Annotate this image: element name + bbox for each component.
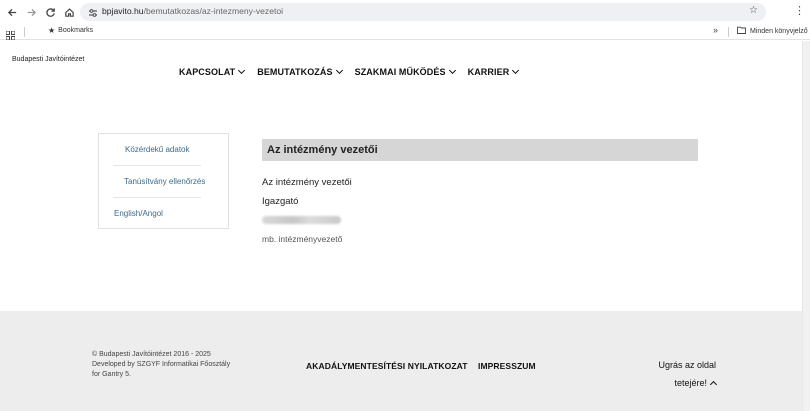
deputy-role: mb. intézményvezető [262, 234, 343, 244]
director-role: Igazgató [262, 196, 299, 207]
url-text: bpjavito.hu/bemutatkozas/az-intezmeny-ve… [102, 6, 284, 16]
back-icon[interactable] [4, 4, 20, 20]
bookmarks-divider-right [728, 27, 729, 37]
sidebar-item-english[interactable]: English/Angol [114, 209, 163, 218]
page-title: Az intézmény vezetői [267, 144, 378, 156]
bookmarks-bar: ★ Bookmarks » Minden könyvjelző [0, 24, 810, 41]
chevron-down-icon [238, 66, 246, 75]
chevron-down-icon [512, 66, 520, 75]
sidebar-item-tanusitvany[interactable]: Tanúsítvány ellenőrzés [124, 177, 205, 186]
browser-toolbar: bpjavito.hu/bemutatkozas/az-intezmeny-ve… [0, 0, 810, 24]
forward-icon[interactable] [23, 4, 39, 20]
folder-icon [737, 26, 746, 36]
star-icon: ★ [48, 26, 56, 35]
section-heading: Az intézmény vezetői [262, 177, 352, 188]
sidebar-menu: Közérdekű adatok Tanúsítvány ellenőrzés … [98, 133, 229, 229]
site-info-icon[interactable] [87, 6, 99, 18]
browser-menu-icon[interactable]: ⋮ [794, 4, 805, 17]
home-icon[interactable] [61, 4, 77, 20]
bookmark-star-icon[interactable]: ☆ [749, 5, 758, 16]
chevron-up-icon [709, 380, 718, 389]
redacted-name [262, 216, 341, 224]
sidebar-divider [113, 197, 201, 198]
all-bookmarks-button[interactable]: Minden könyvjelző [737, 26, 808, 36]
impressum-link[interactable]: IMPRESSZUM [478, 361, 536, 371]
address-bar[interactable]: bpjavito.hu/bemutatkozas/az-intezmeny-ve… [80, 3, 766, 21]
bookmarks-divider [24, 27, 25, 37]
apps-grid-icon[interactable] [5, 27, 16, 41]
page-scrollbar[interactable] [802, 41, 810, 411]
nav-karrier[interactable]: KARRIER [468, 66, 520, 77]
bookmarks-button[interactable]: ★ Bookmarks [48, 26, 93, 35]
nav-szakmai-mukodes[interactable]: SZAKMAI MŰKÖDÉS [355, 66, 456, 77]
nav-kapcsolat[interactable]: KAPCSOLAT [179, 66, 246, 77]
web-page: Budapesti Javítóintézet KAPCSOLAT BEMUTA… [0, 41, 810, 411]
site-logo[interactable]: Budapesti Javítóintézet [12, 56, 84, 63]
accessibility-statement-link[interactable]: AKADÁLYMENTESÍTÉSI NYILATKOZAT [306, 361, 468, 371]
reload-icon[interactable] [42, 4, 58, 20]
site-footer: © Budapesti Javítóintézet 2016 - 2025 De… [0, 311, 802, 411]
copyright-text: © Budapesti Javítóintézet 2016 - 2025 De… [92, 351, 231, 378]
chevron-down-icon [448, 66, 456, 75]
nav-bemutatkozas[interactable]: BEMUTATKOZÁS [257, 66, 343, 77]
back-to-top-link[interactable]: Ugrás az oldal tetejére! [640, 356, 718, 392]
main-navigation: KAPCSOLAT BEMUTATKOZÁS SZAKMAI MŰKÖDÉS K… [179, 66, 520, 77]
sidebar-divider [113, 165, 201, 166]
more-bookmarks-icon[interactable]: » [713, 25, 718, 35]
chevron-down-icon [335, 66, 343, 75]
content-title-bar: Az intézmény vezetői [262, 139, 698, 161]
sidebar-item-kozerdeku-adatok[interactable]: Közérdekű adatok [125, 145, 190, 154]
